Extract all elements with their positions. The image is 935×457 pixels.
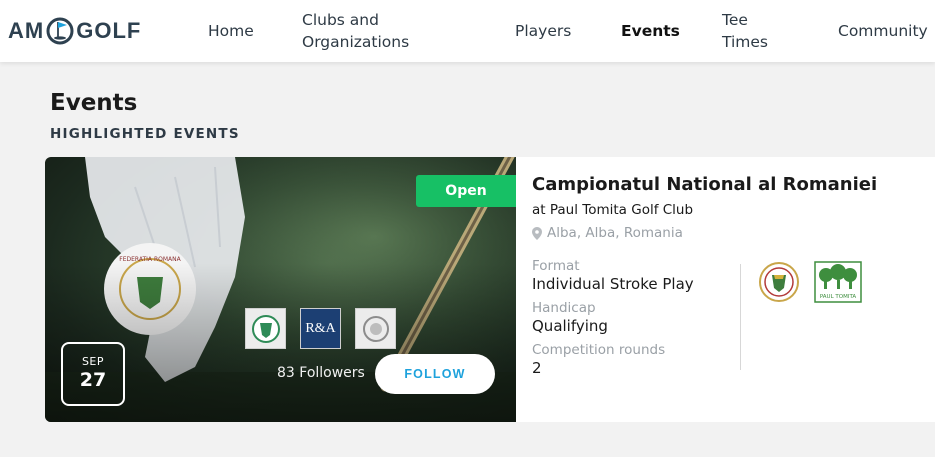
- event-location-text: Alba, Alba, Romania: [547, 225, 683, 241]
- event-date-day: 27: [79, 369, 107, 391]
- competition-rounds-value: 2: [532, 359, 542, 377]
- nav-tee-times[interactable]: Tee Times: [722, 9, 768, 53]
- event-date-box: SEP 27: [61, 342, 125, 406]
- nav-clubs-and-organizations[interactable]: Clubs and Organizations: [302, 9, 409, 53]
- logo-text-left: AM: [8, 18, 45, 43]
- federation-crest-icon: [759, 262, 799, 302]
- event-location: Alba, Alba, Romania: [532, 225, 683, 241]
- nav-players[interactable]: Players: [515, 20, 571, 42]
- competition-rounds-label: Competition rounds: [532, 342, 666, 358]
- follow-button[interactable]: FOLLOW: [375, 354, 495, 394]
- nav-home[interactable]: Home: [208, 20, 254, 42]
- handicap-value: Qualifying: [532, 317, 608, 335]
- event-date-month: SEP: [81, 355, 105, 368]
- nav-tee-line2: Times: [722, 33, 769, 51]
- paul-tomita-club-icon: PAUL TOMITA: [814, 261, 862, 303]
- format-label: Format: [532, 258, 580, 274]
- event-title[interactable]: Campionatul National al Romaniei: [532, 174, 877, 195]
- event-card[interactable]: FEDERATIA ROMANA Open R&A SEP 27 83 Foll…: [45, 157, 935, 422]
- organizer-logo-federation[interactable]: [758, 261, 800, 303]
- golf-flag-logo-icon: [46, 17, 74, 45]
- top-nav-bar: AM GOLF Home Clubs and Organizations Pla…: [0, 0, 935, 62]
- status-badge: Open: [416, 175, 516, 207]
- nav-community[interactable]: Community: [838, 20, 928, 42]
- organizer-logo-paul-tomita[interactable]: PAUL TOMITA: [814, 261, 862, 303]
- details-divider: [740, 264, 741, 370]
- sponsor-logo-federation[interactable]: [245, 308, 286, 349]
- randa-logo-text: R&A: [305, 320, 336, 336]
- location-pin-icon: [532, 226, 542, 240]
- handicap-label: Handicap: [532, 300, 596, 316]
- followers-count: 83 Followers: [277, 365, 365, 381]
- page-title: Events: [50, 90, 138, 116]
- sponsor-logo-randa[interactable]: R&A: [300, 308, 341, 349]
- logo-text-right: GOLF: [76, 18, 142, 43]
- federation-shield-icon: [251, 314, 280, 343]
- section-title-highlighted-events: HIGHLIGHTED EVENTS: [50, 126, 240, 142]
- amgolf-logo[interactable]: AM GOLF: [8, 16, 141, 46]
- format-value: Individual Stroke Play: [532, 275, 694, 293]
- nav-clubs-line2: Organizations: [302, 33, 410, 51]
- nav-clubs-line1: Clubs and: [302, 11, 379, 29]
- nav-events[interactable]: Events: [621, 20, 680, 42]
- event-venue[interactable]: at Paul Tomita Golf Club: [532, 202, 693, 218]
- sponsor-logo-third[interactable]: [355, 308, 396, 349]
- event-hero-image[interactable]: FEDERATIA ROMANA Open R&A SEP 27 83 Foll…: [45, 157, 516, 422]
- association-seal-icon: [362, 315, 389, 342]
- paul-tomita-logo-text: PAUL TOMITA: [820, 294, 857, 300]
- nav-tee-line1: Tee: [722, 11, 748, 29]
